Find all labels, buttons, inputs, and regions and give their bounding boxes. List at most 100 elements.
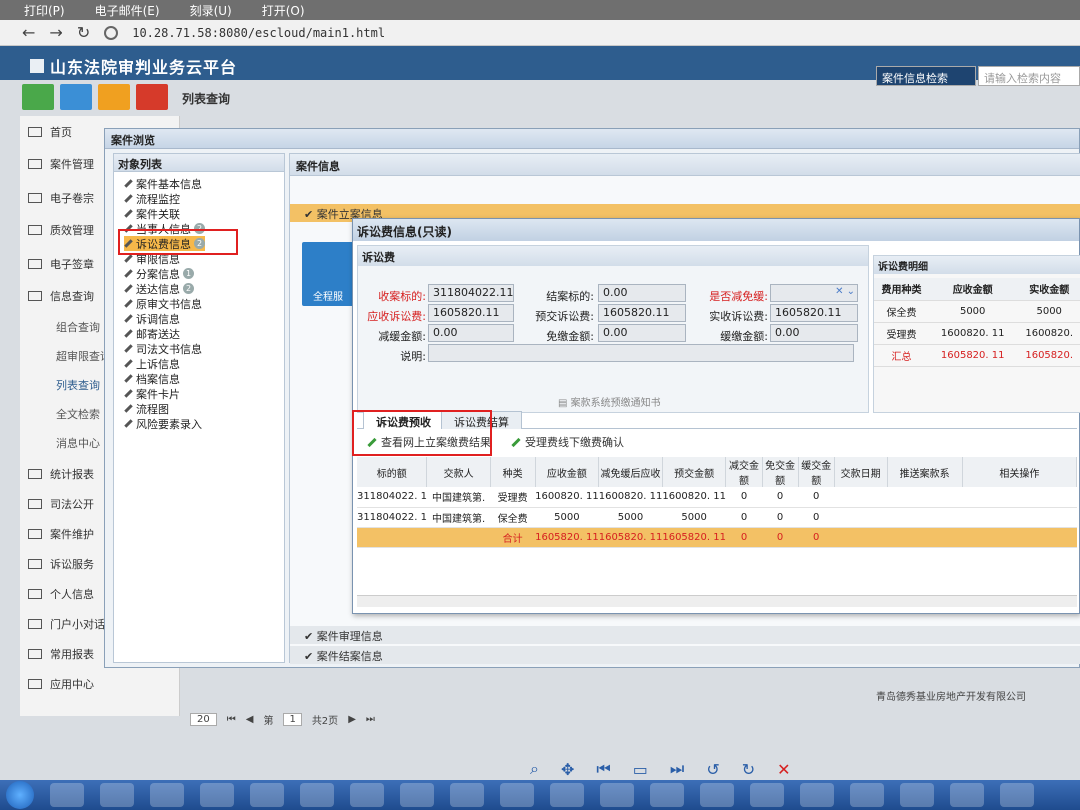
taskbar-app-icon[interactable] xyxy=(550,783,584,807)
menu-email[interactable]: 电子邮件(E) xyxy=(95,2,160,19)
previous-icon[interactable]: ⏮ xyxy=(596,759,610,779)
grid-column-header[interactable]: 免交金额 xyxy=(762,457,799,487)
cloud-icon[interactable] xyxy=(22,84,54,110)
field-exempt[interactable]: 0.00 xyxy=(598,324,686,342)
nav-item-app-center[interactable]: 应用中心 xyxy=(28,676,94,692)
nav-sub-fulltext[interactable]: 全文检索 xyxy=(56,406,100,422)
offline-payment-confirm-button[interactable]: 受理费线下缴费确认 xyxy=(511,434,624,450)
last-page-icon[interactable]: ⏭ xyxy=(366,714,375,725)
refresh-icon[interactable]: ↻ xyxy=(77,23,90,42)
zoom-icon[interactable]: ⌕ xyxy=(530,759,539,779)
grid-column-header[interactable]: 应收金额 xyxy=(535,457,600,487)
taskbar-app-icon[interactable] xyxy=(350,783,384,807)
nav-item-public[interactable]: 司法公开 xyxy=(28,496,94,512)
nav-item-personal[interactable]: 个人信息 xyxy=(28,586,94,602)
nav-sub-list[interactable]: 列表查询 xyxy=(56,377,100,393)
field-desc[interactable] xyxy=(428,344,854,362)
tree-node[interactable]: 流程监控 xyxy=(124,191,205,206)
nav-sub-combined[interactable]: 组合查询 xyxy=(56,319,100,335)
nav-item-maintain[interactable]: 案件维护 xyxy=(28,526,94,542)
select-is-reduce[interactable] xyxy=(770,284,858,302)
nav-item-e-dossier[interactable]: 电子卷宗 xyxy=(28,190,94,206)
rotate-right-icon[interactable]: ↻ xyxy=(742,760,755,779)
next-icon[interactable]: ⏭ xyxy=(670,759,684,779)
table-row[interactable]: 311804022. 1 中国建筑第. 保全费 5000 5000 5000 0 0 0 xyxy=(357,507,1077,528)
tree-node[interactable]: 案件卡片 xyxy=(124,386,205,401)
nav-item-reports[interactable]: 统计报表 xyxy=(28,466,94,482)
taskbar-app-icon[interactable] xyxy=(800,783,834,807)
taskbar-app-icon[interactable] xyxy=(250,783,284,807)
taskbar-app-icon[interactable] xyxy=(950,783,984,807)
first-page-icon[interactable]: ⏮ xyxy=(227,714,236,725)
taskbar-app-icon[interactable] xyxy=(850,783,884,807)
menu-print[interactable]: 打印(P) xyxy=(24,2,65,19)
taskbar-app-icon[interactable] xyxy=(450,783,484,807)
section-case-archive[interactable]: ✔ 案件结案信息 xyxy=(290,646,1080,664)
tree-node[interactable]: 档案信息 xyxy=(124,371,205,386)
nav-item-info-query[interactable]: 信息查询 xyxy=(28,288,94,304)
field-close-subject[interactable]: 0.00 xyxy=(598,284,686,302)
tree-node[interactable]: 分案信息 1 xyxy=(124,266,205,281)
mail-icon[interactable] xyxy=(60,84,92,110)
grid-column-header[interactable]: 减免缓后应收 xyxy=(598,457,663,487)
grid-column-header[interactable]: 交款人 xyxy=(426,457,491,487)
nav-item-home[interactable]: 首页 xyxy=(28,124,72,140)
taskbar-app-icon[interactable] xyxy=(200,783,234,807)
taskbar-app-icon[interactable] xyxy=(1000,783,1034,807)
search-input[interactable]: 请输入检索内容 xyxy=(978,66,1080,86)
taskbar-app-icon[interactable] xyxy=(750,783,784,807)
field-prepaid[interactable]: 1605820.11 xyxy=(598,304,686,322)
nav-item-service[interactable]: 诉讼服务 xyxy=(28,556,94,572)
full-process-button[interactable]: 全程服 xyxy=(302,242,354,306)
start-icon[interactable] xyxy=(6,781,34,809)
nav-item-case-mgmt[interactable]: 案件管理 xyxy=(28,156,94,172)
user-icon[interactable] xyxy=(98,84,130,110)
tree-node[interactable]: 邮寄送达 xyxy=(124,326,205,341)
nav-item-quality[interactable]: 质效管理 xyxy=(28,222,94,238)
nav-item-portal[interactable]: 门户小对话 xyxy=(28,616,105,632)
nav-sub-overdue[interactable]: 超审限查询 xyxy=(56,348,111,364)
nav-sub-messages[interactable]: 消息中心 xyxy=(56,435,100,451)
prepay-notice-link[interactable]: ▤ 案款系统预缴通知书 xyxy=(558,394,661,409)
page-number-input[interactable]: 1 xyxy=(283,713,302,726)
taskbar-app-icon[interactable] xyxy=(600,783,634,807)
tree-node[interactable]: 送达信息 2 xyxy=(124,281,205,296)
grid-column-header[interactable]: 预交金额 xyxy=(662,457,727,487)
tree-node[interactable]: 风险要素录入 xyxy=(124,416,205,431)
grid-column-header[interactable]: 交款日期 xyxy=(834,457,888,487)
horizontal-scrollbar[interactable] xyxy=(357,595,1077,607)
table-row[interactable]: 311804022. 1 中国建筑第. 受理费 1600820. 11 1600820.… xyxy=(357,487,1077,508)
prev-page-icon[interactable]: ◀ xyxy=(246,714,254,725)
taskbar-app-icon[interactable] xyxy=(900,783,934,807)
field-defer[interactable]: 0.00 xyxy=(770,324,858,342)
tree-node[interactable]: 案件关联 xyxy=(124,206,205,221)
field-subject[interactable]: 311804022.11 xyxy=(428,284,514,302)
field-receivable[interactable]: 1605820.11 xyxy=(428,304,514,322)
page-size-select[interactable]: 20 xyxy=(190,713,217,726)
taskbar-app-icon[interactable] xyxy=(500,783,534,807)
taskbar-app-icon[interactable] xyxy=(150,783,184,807)
tree-node[interactable]: 案件基本信息 xyxy=(124,176,205,191)
settings-icon[interactable] xyxy=(136,84,168,110)
tree-node[interactable]: 上诉信息 xyxy=(124,356,205,371)
grid-column-header[interactable]: 相关操作 xyxy=(962,457,1078,487)
slideshow-icon[interactable]: ▭ xyxy=(633,760,648,779)
back-icon[interactable]: ← xyxy=(22,23,35,42)
grid-column-header[interactable]: 标的额 xyxy=(357,457,428,487)
nav-item-common-reports[interactable]: 常用报表 xyxy=(28,646,94,662)
taskbar-app-icon[interactable] xyxy=(300,783,334,807)
menu-burn[interactable]: 刻录(U) xyxy=(190,2,232,19)
tree-node[interactable]: 流程图 xyxy=(124,401,205,416)
nav-item-esign[interactable]: 电子签章 xyxy=(28,256,94,272)
tree-node[interactable]: 诉调信息 xyxy=(124,311,205,326)
search-type-select[interactable]: 案件信息检索 xyxy=(876,66,976,86)
rotate-left-icon[interactable]: ↺ xyxy=(706,760,719,779)
pan-icon[interactable]: ✥ xyxy=(561,760,574,779)
section-case-trial[interactable]: ✔ 案件审理信息 xyxy=(290,626,1080,644)
field-actual[interactable]: 1605820.11 xyxy=(770,304,858,322)
tree-node[interactable]: 原审文书信息 xyxy=(124,296,205,311)
delete-icon[interactable]: ✕ xyxy=(777,760,790,779)
tree-node[interactable]: 司法文书信息 xyxy=(124,341,205,356)
taskbar-app-icon[interactable] xyxy=(400,783,434,807)
next-page-icon[interactable]: ▶ xyxy=(348,714,356,725)
